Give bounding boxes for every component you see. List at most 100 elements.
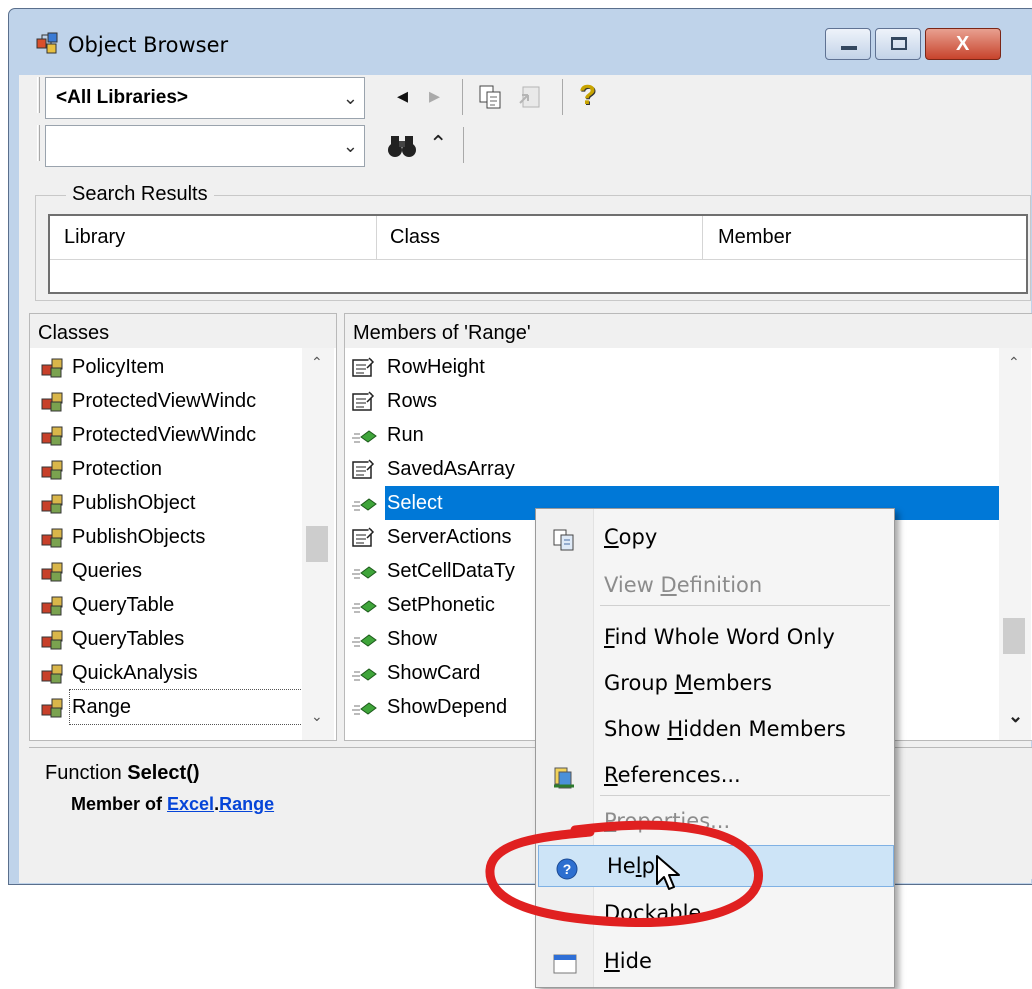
menu-item-label: Copy: [604, 525, 658, 549]
window-title: Object Browser: [68, 33, 229, 57]
class-list-item-label: ProtectedViewWindc: [72, 424, 257, 446]
class-module-icon: [40, 492, 66, 514]
class-list-item[interactable]: QueryTables: [30, 622, 300, 656]
scrollbar-thumb[interactable]: [306, 526, 328, 562]
member-list-item-label: ShowDepend: [387, 696, 508, 718]
toolbar-grip: [37, 77, 40, 113]
class-list-item[interactable]: Range: [41, 689, 303, 725]
members-header: Members of 'Range': [345, 314, 1032, 348]
minimize-button[interactable]: [825, 28, 871, 60]
library-combobox[interactable]: <All Libraries> ⌄: [45, 77, 365, 119]
details-member-name: Select(): [127, 762, 200, 784]
class-list-item-label: QuickAnalysis: [72, 662, 198, 684]
member-list-item[interactable]: RowHeight: [345, 350, 995, 384]
details-signature: Function Select(): [45, 762, 200, 785]
copy-icon[interactable]: [477, 83, 505, 111]
scroll-down-icon[interactable]: ⌄: [1008, 706, 1023, 727]
menu-item-label: View Definition: [604, 573, 763, 597]
class-link[interactable]: Range: [219, 794, 274, 814]
toolbar-grip: [37, 125, 40, 161]
member-list-item[interactable]: SavedAsArray: [345, 452, 995, 486]
class-module-icon: [40, 458, 66, 480]
scroll-up-icon[interactable]: ⌃: [1008, 354, 1020, 371]
class-list-item[interactable]: ProtectedViewWindc: [30, 384, 300, 418]
binoculars-icon[interactable]: [387, 133, 417, 159]
menu-item-find-whole-word-only[interactable]: Find Whole Word Only: [536, 617, 894, 657]
class-module-icon: [40, 696, 66, 718]
class-list-item-label: QueryTables: [72, 628, 185, 650]
scroll-up-icon[interactable]: ⌃: [311, 354, 323, 371]
member-list-item[interactable]: Rows: [345, 384, 995, 418]
method-icon: [351, 492, 377, 514]
menu-item-group-members[interactable]: Group Members: [536, 663, 894, 703]
member-list-item-label: SavedAsArray: [387, 458, 515, 480]
class-list-item[interactable]: Queries: [30, 554, 300, 588]
title-bar[interactable]: Object Browser X: [9, 9, 1032, 83]
library-link[interactable]: Excel: [167, 794, 214, 814]
member-list-item-label: SetCellDataTy: [387, 560, 515, 582]
property-icon: [351, 526, 377, 548]
class-module-icon: [40, 390, 66, 412]
menu-item-view-definition: View Definition: [536, 565, 894, 605]
toolbar-separator: [463, 127, 464, 163]
class-list-item[interactable]: QuickAnalysis: [30, 656, 300, 690]
column-header-member[interactable]: Member: [718, 226, 791, 249]
menu-item-copy[interactable]: Copy: [536, 517, 894, 557]
hide-icon: [552, 949, 578, 974]
classes-scrollbar[interactable]: ⌃ ⌄: [302, 348, 334, 740]
menu-item-label: Group Members: [604, 671, 772, 695]
annotation-circle: [485, 820, 763, 928]
close-icon: X: [956, 33, 970, 55]
method-icon: [351, 424, 377, 446]
menu-item-show-hidden-members[interactable]: Show Hidden Members: [536, 709, 894, 749]
class-list-item-label: ProtectedViewWindc: [72, 390, 257, 412]
copy-icon: [552, 525, 578, 551]
class-list-item[interactable]: Protection: [30, 452, 300, 486]
class-list-item-label: QueryTable: [72, 594, 175, 616]
toolbar-separator: [462, 79, 463, 115]
method-icon: [351, 560, 377, 582]
classes-list[interactable]: PolicyItem ProtectedViewWindc ProtectedVie…: [30, 348, 336, 740]
help-icon[interactable]: ?: [579, 79, 596, 111]
member-list-item-label: SetPhonetic: [387, 594, 495, 616]
chevron-down-icon: ⌄: [342, 136, 358, 156]
maximize-button[interactable]: [875, 28, 921, 60]
class-list-item[interactable]: ProtectedViewWindc: [30, 418, 300, 452]
column-divider: [702, 216, 703, 260]
view-definition-icon[interactable]: [517, 83, 545, 111]
menu-separator: [600, 795, 890, 796]
menu-item-hide[interactable]: Hide: [536, 941, 894, 981]
class-module-icon: [40, 662, 66, 684]
search-results-group: Search Results Library Class Member: [35, 183, 1031, 301]
search-results-header: Library Class Member: [50, 216, 1026, 260]
close-button[interactable]: X: [925, 28, 1001, 60]
mouse-cursor-icon: [656, 855, 680, 890]
classes-pane: Classes PolicyItem ProtectedViewWindc Prot…: [29, 313, 337, 741]
column-header-class[interactable]: Class: [390, 226, 440, 249]
details-kind: Function: [45, 762, 128, 784]
member-list-item[interactable]: Run: [345, 418, 995, 452]
menu-item-label: Hide: [604, 949, 652, 973]
class-list-item-label: PublishObject: [72, 492, 196, 514]
scrollbar-thumb[interactable]: [1003, 618, 1025, 654]
toggle-search-results-icon[interactable]: ⌃: [429, 131, 447, 157]
member-list-item-label: RowHeight: [387, 356, 485, 378]
forward-icon[interactable]: ▸: [429, 83, 440, 109]
class-list-item-label: PublishObjects: [72, 526, 206, 548]
search-results-table[interactable]: Library Class Member: [48, 214, 1028, 294]
class-list-item[interactable]: PublishObjects: [30, 520, 300, 554]
back-icon[interactable]: ◂: [397, 83, 408, 109]
class-list-item[interactable]: PolicyItem: [30, 350, 300, 384]
scroll-down-icon[interactable]: ⌄: [311, 708, 323, 725]
class-list-item[interactable]: QueryTable: [30, 588, 300, 622]
menu-item-references[interactable]: References...: [536, 755, 894, 795]
class-module-icon: [40, 356, 66, 378]
column-header-library[interactable]: Library: [64, 226, 364, 249]
object-browser-icon: [35, 29, 59, 54]
library-combo-value: <All Libraries>: [56, 87, 189, 108]
search-combobox[interactable]: ⌄: [45, 125, 365, 167]
chevron-down-icon: ⌄: [342, 88, 358, 108]
menu-separator: [600, 605, 890, 606]
class-list-item[interactable]: PublishObject: [30, 486, 300, 520]
members-scrollbar[interactable]: ⌃ ⌄: [999, 348, 1031, 740]
